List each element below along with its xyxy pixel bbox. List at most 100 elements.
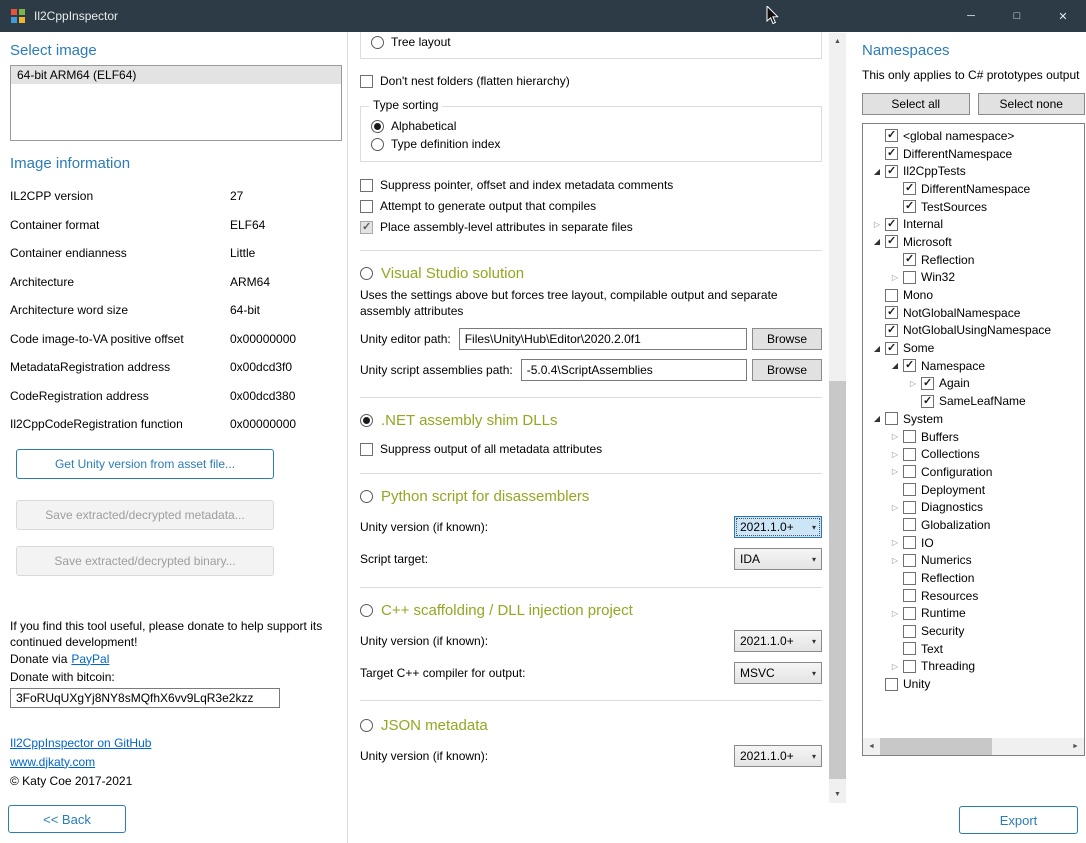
namespace-checkbox[interactable] [921,395,934,408]
expand-icon[interactable]: ▷ [887,503,903,512]
select-all-button[interactable]: Select all [862,93,970,115]
expand-icon[interactable]: ▷ [887,662,903,671]
scroll-right-icon[interactable]: ► [1067,738,1084,755]
expand-icon[interactable]: ▷ [887,538,903,547]
browse-assemblies-path-button[interactable]: Browse [752,359,822,381]
namespace-checkbox[interactable] [885,165,898,178]
namespace-tree-item[interactable]: ▷Win32 [863,269,1084,287]
namespace-checkbox[interactable] [885,129,898,142]
scrollbar-thumb[interactable] [829,381,846,778]
namespace-tree-item[interactable]: ▷IO [863,534,1084,552]
namespace-checkbox[interactable] [903,642,916,655]
bitcoin-address-input[interactable]: 3FoRUqUXgYj8NY8sMQfhX6vv9LqR3e2kzz [10,688,280,708]
namespace-tree-item[interactable]: TestSources [863,198,1084,216]
scrollbar-track[interactable] [880,738,1067,755]
namespace-tree-item[interactable]: Unity [863,675,1084,693]
expand-icon[interactable]: ▷ [887,556,903,565]
paypal-link[interactable]: PayPal [71,652,109,666]
namespace-checkbox[interactable] [903,625,916,638]
namespace-tree-item[interactable]: Text [863,640,1084,658]
namespace-tree-item[interactable]: NotGlobalUsingNamespace [863,322,1084,340]
suppress-metadata-checkbox[interactable] [360,179,373,192]
namespace-checkbox[interactable] [903,448,916,461]
namespace-checkbox[interactable] [903,554,916,567]
namespace-tree-item[interactable]: ▷Diagnostics [863,498,1084,516]
tree-horizontal-scrollbar[interactable]: ◄ ► [863,738,1084,755]
namespace-tree-item[interactable]: ▷Configuration [863,463,1084,481]
json-unity-version-combobox[interactable]: 2021.1.0+ ▾ [734,745,822,767]
expand-icon[interactable]: ▷ [887,432,903,441]
collapse-icon[interactable]: ◢ [869,237,885,246]
browse-editor-path-button[interactable]: Browse [752,328,822,350]
minimize-icon[interactable]: ─ [948,0,994,32]
namespace-checkbox[interactable] [885,218,898,231]
namespace-checkbox[interactable] [903,607,916,620]
scrollbar-track[interactable] [829,50,846,786]
scroll-down-icon[interactable]: ▼ [829,786,846,803]
shim-dlls-radio[interactable] [360,414,373,427]
website-link[interactable]: www.djkaty.com [10,755,95,769]
expand-icon[interactable]: ▷ [887,273,903,282]
github-link[interactable]: Il2CppInspector on GitHub [10,736,151,750]
scroll-up-icon[interactable]: ▲ [829,33,846,50]
expand-icon[interactable]: ▷ [887,450,903,459]
script-target-combobox[interactable]: IDA ▾ [734,548,822,570]
close-icon[interactable]: ✕ [1040,0,1086,32]
namespace-tree-item[interactable]: <global namespace> [863,127,1084,145]
namespace-tree-item[interactable]: ▷Again [863,375,1084,393]
expand-icon[interactable]: ▷ [869,220,885,229]
namespace-checkbox[interactable] [885,342,898,355]
expand-icon[interactable]: ▷ [887,609,903,618]
flatten-checkbox[interactable] [360,75,373,88]
namespace-checkbox[interactable] [903,660,916,673]
namespace-tree-item[interactable]: ▷Internal [863,215,1084,233]
expand-icon[interactable]: ▷ [887,467,903,476]
namespace-checkbox[interactable] [885,289,898,302]
namespace-tree-item[interactable]: Reflection [863,251,1084,269]
image-list-item[interactable]: 64-bit ARM64 (ELF64) [11,66,341,84]
namespace-checkbox[interactable] [885,324,898,337]
json-radio[interactable] [360,719,373,732]
namespace-checkbox[interactable] [903,253,916,266]
namespace-tree-item[interactable]: ▷Numerics [863,552,1084,570]
cpp-compiler-combobox[interactable]: MSVC ▾ [734,662,822,684]
select-none-button[interactable]: Select none [978,93,1086,115]
namespace-tree-item[interactable]: Deployment [863,481,1084,499]
scrollbar-thumb[interactable] [880,738,992,755]
namespace-tree-item[interactable]: Globalization [863,516,1084,534]
namespace-checkbox[interactable] [921,377,934,390]
namespace-tree-item[interactable]: ▷Runtime [863,605,1084,623]
collapse-icon[interactable]: ◢ [869,414,885,423]
namespace-tree-item[interactable]: Reflection [863,569,1084,587]
namespace-tree-item[interactable]: SameLeafName [863,392,1084,410]
script-assemblies-path-input[interactable]: -5.0.4\ScriptAssemblies [521,359,747,381]
export-button[interactable]: Export [959,806,1078,834]
maximize-icon[interactable]: □ [994,0,1040,32]
compiles-checkbox[interactable] [360,200,373,213]
namespace-tree-item[interactable]: Resources [863,587,1084,605]
python-unity-version-combobox[interactable]: 2021.1.0+ ▾ [734,516,822,538]
typedef-index-radio[interactable] [371,138,384,151]
expand-icon[interactable]: ▷ [905,379,921,388]
cpp-unity-version-combobox[interactable]: 2021.1.0+ ▾ [734,630,822,652]
tree-layout-radio[interactable] [371,36,384,49]
namespace-tree-item[interactable]: ▷Collections [863,445,1084,463]
suppress-attributes-checkbox[interactable] [360,443,373,456]
namespace-checkbox[interactable] [903,465,916,478]
get-unity-version-button[interactable]: Get Unity version from asset file... [16,449,274,479]
namespace-tree-item[interactable]: ◢Namespace [863,357,1084,375]
namespace-tree-item[interactable]: Security [863,622,1084,640]
namespace-checkbox[interactable] [903,271,916,284]
namespace-checkbox[interactable] [903,536,916,549]
namespace-tree-item[interactable]: ▷Threading [863,658,1084,676]
options-scrollbar[interactable]: ▲ ▼ [829,33,846,803]
visual-studio-radio[interactable] [360,267,373,280]
namespace-checkbox[interactable] [903,200,916,213]
alphabetical-radio[interactable] [371,120,384,133]
collapse-icon[interactable]: ◢ [869,167,885,176]
collapse-icon[interactable]: ◢ [869,344,885,353]
namespace-checkbox[interactable] [885,147,898,160]
namespace-checkbox[interactable] [903,359,916,372]
namespace-checkbox[interactable] [885,678,898,691]
namespace-tree-item[interactable]: ◢Microsoft [863,233,1084,251]
